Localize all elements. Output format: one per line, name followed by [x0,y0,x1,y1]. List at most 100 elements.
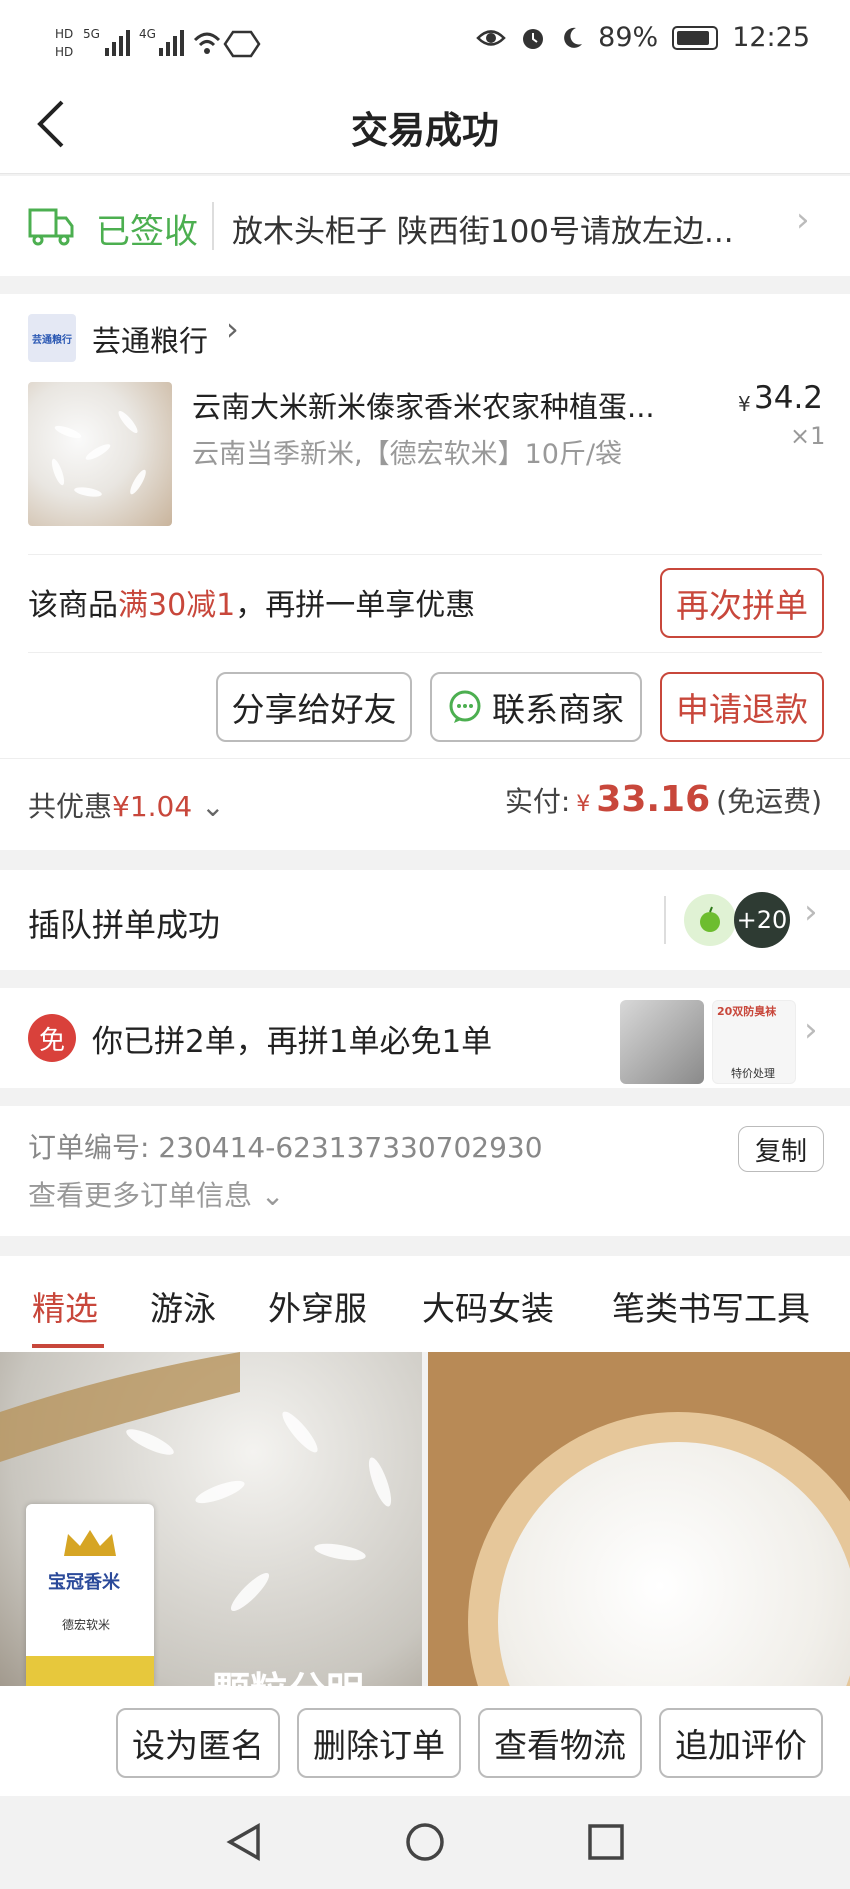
divider [212,202,214,250]
promo-thumbnail[interactable] [620,1000,704,1084]
chevron-down-icon: ⌄ [192,790,225,823]
system-nav-bar [0,1796,850,1889]
copy-button-label: 复制 [754,1136,807,1167]
tab-swimming[interactable]: 游泳 [150,1282,216,1330]
eye-icon [476,29,506,46]
product-title[interactable]: 云南大米新米傣家香米农家种植蛋... [192,384,655,426]
order-number-value: 230414-623137330702930 [158,1131,543,1164]
svg-text:HD: HD [55,45,73,59]
rice-bag: 宝冠香米 德宏软米 [26,1504,154,1686]
feed-card-caption: 颗粒分明 [212,1660,364,1686]
tab-plus-size[interactable]: 大码女装 [422,1282,554,1330]
price-currency: ¥ [738,392,751,416]
add-review-label: 追加评价 [675,1726,807,1765]
paid-currency: ¥ [576,792,591,817]
product-spec: 云南当季新米,【德宏软米】10斤/袋 [192,439,623,470]
nav-recents-icon[interactable] [584,1820,628,1864]
group-count: +20 [736,906,788,934]
alarm-icon [523,28,544,49]
free-badge-text: 免 [38,1025,65,1056]
share-button-label: 分享给好友 [231,690,397,729]
avatar [684,894,736,946]
divider [28,554,822,555]
tab-featured[interactable]: 精选 [32,1282,98,1330]
group-success-row[interactable]: 插队拼单成功 +20 › [0,870,850,970]
battery-icon [672,25,719,50]
page-title: 交易成功 [351,109,499,152]
regroup-button-label: 再次拼单 [676,586,808,625]
rice-grains-icon [51,410,146,497]
more-order-info-label: 查看更多订单信息 [28,1179,253,1212]
paid-summary: 实付: ¥ 33.16 (免运费) [505,779,822,820]
discount-summary[interactable]: 共优惠¥1.04 ⌄ [28,785,225,825]
truck-icon [28,208,74,246]
chevron-right-icon: › [804,892,818,932]
copy-button[interactable]: 复制 [738,1126,824,1172]
payment-summary: 共优惠¥1.04 ⌄ 实付: ¥ 33.16 (免运费) [0,758,850,850]
anonymous-button[interactable]: 设为匿名 [116,1708,280,1778]
title-bar: 交易成功 [0,78,850,174]
anonymous-button-label: 设为匿名 [132,1726,264,1765]
tab-writing-tools[interactable]: 笔类书写工具 [612,1282,810,1330]
svg-text:5G: 5G [83,27,100,41]
store-chevron-icon[interactable]: › [226,310,239,348]
chat-bubble-icon [449,690,481,723]
store-name[interactable]: 芸通粮行 [92,318,208,360]
promo-highlight: 满30减1 [118,588,236,623]
contact-seller-button[interactable]: 联系商家 [430,672,642,742]
feed-card[interactable]: 宝冠香米 德宏软米 颗粒分明 [0,1352,422,1686]
clock: 12:25 [732,22,810,53]
chevron-down-icon: ⌄ [252,1179,285,1212]
refund-button-label: 申请退款 [676,690,808,729]
product-price: 34.2 [754,380,824,416]
svg-text:4G: 4G [139,27,156,41]
order-number-label: 订单编号: [28,1131,150,1164]
order-number: 订单编号: 230414-623137330702930 [28,1126,543,1166]
divider [664,896,666,944]
store-logo-text: 芸通粮行 [32,334,72,346]
promo-thumbnail[interactable]: 20双防臭袜 特价处理 [712,1000,796,1084]
moon-icon [564,27,583,48]
nav-home-icon[interactable] [403,1820,447,1864]
discount-value: ¥1.04 [112,790,193,823]
product-quantity: ×1 [790,422,826,450]
promo-text: 该商品满30减1，再拼一单享优惠 [28,580,475,624]
refund-button[interactable]: 申请退款 [660,672,824,742]
apple-icon [700,906,720,932]
tab-indicator [32,1344,104,1348]
recommendation-tabs: 精选 游泳 外穿服 大码女装 笔类书写工具 [0,1256,850,1352]
svg-text:HD: HD [55,27,73,41]
battery-percent: 89% [598,22,659,53]
regroup-button[interactable]: 再次拼单 [660,568,824,638]
free-order-promo[interactable]: 免 你已拼2单，再拼1单必免1单 20双防臭袜 特价处理 › [0,988,850,1088]
nav-back-icon[interactable] [222,1820,266,1864]
chevron-right-icon: › [804,1010,818,1050]
feed-card[interactable] [428,1352,850,1686]
contact-seller-label: 联系商家 [492,690,624,729]
product-image[interactable] [28,382,172,526]
bag-type: 德宏软米 [62,1618,111,1632]
signal-icon: HD HD 5G 4G [55,27,261,59]
status-bar: HD HD 5G 4G 89% 12:25 [0,0,850,78]
delete-order-label: 删除订单 [313,1726,445,1765]
thumb-caption-bottom: 特价处理 [731,1067,775,1080]
group-success-label: 插队拼单成功 [28,906,221,944]
store-logo[interactable]: 芸通粮行 [28,314,76,362]
free-order-text: 你已拼2单，再拼1单必免1单 [92,1024,493,1060]
more-order-info[interactable]: 查看更多订单信息 ⌄ [28,1174,284,1214]
tab-outerwear[interactable]: 外穿服 [268,1282,367,1330]
delete-order-button[interactable]: 删除订单 [297,1708,461,1778]
crown-icon [64,1530,116,1556]
thumb-caption-top: 20双防臭袜 [717,1005,777,1018]
bottom-action-bar: 设为匿名 删除订单 查看物流 追加评价 [0,1686,850,1796]
delivery-status-row[interactable]: 已签收 放木头柜子 陕西街100号请放左边... › [0,176,850,276]
share-button[interactable]: 分享给好友 [216,672,412,742]
add-review-button[interactable]: 追加评价 [659,1708,823,1778]
shipping-note: (免运费) [716,785,822,818]
divider [28,652,822,653]
chevron-right-icon: › [796,200,810,240]
paid-amount: 33.16 [596,779,711,820]
promo-prefix: 该商品 [28,588,118,623]
free-badge: 免 [28,1014,76,1062]
view-logistics-button[interactable]: 查看物流 [478,1708,642,1778]
